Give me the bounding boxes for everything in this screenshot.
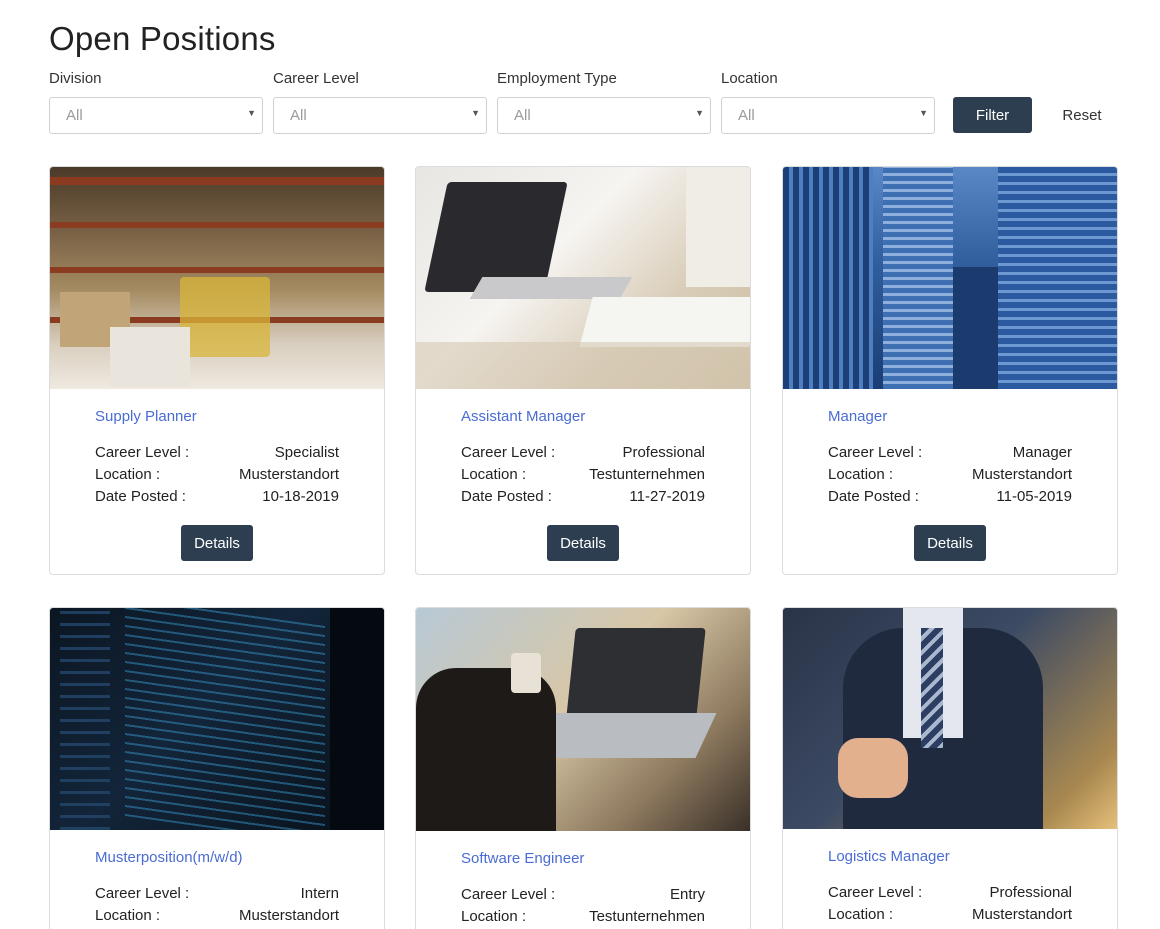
employment-type-select[interactable]: All ▼ [497,97,711,134]
filter-button[interactable]: Filter [953,97,1032,133]
location-row: Location : Testunternehmen [461,906,705,928]
career-level-key: Career Level : [828,444,923,461]
date-posted-row: Date Posted : 11-27-2019 [461,486,705,508]
location-key: Location : [828,466,894,483]
location-row: Location : Testunternehmen [461,464,705,486]
reset-button[interactable]: Reset [1052,97,1112,133]
job-title-link[interactable]: Assistant Manager [461,408,705,428]
career-level-filter: Career Level All ▼ [273,70,487,134]
career-level-select[interactable]: All ▼ [273,97,487,134]
career-level-key: Career Level : [95,885,190,902]
location-key: Location : [95,466,161,483]
date-posted-row: Date Posted : 11-05-2019 [828,486,1072,508]
date-posted-key: Date Posted : [461,488,552,505]
location-select[interactable]: All ▼ [721,97,935,134]
employment-type-select-value: All [514,107,531,124]
code-screen-photo [50,608,384,830]
cafe-laptop-photo [416,608,750,831]
location-filter: Location All ▼ [721,70,935,134]
employment-type-filter: Employment Type All ▼ [497,70,711,134]
job-card: Musterposition(m/w/d) Career Level : Int… [49,607,385,929]
chevron-down-icon: ▼ [471,108,480,118]
details-button[interactable]: Details [181,525,253,561]
businessman-photo [783,608,1117,829]
date-posted-row: Date Posted : 10-18-2019 [95,486,339,508]
location-value: Musterstandort [238,466,339,483]
location-key: Location : [461,908,527,925]
career-level-value: Intern [300,885,339,902]
career-level-row: Career Level : Manager [828,442,1072,464]
employment-type-label: Employment Type [497,70,617,87]
job-card: Assistant Manager Career Level : Profess… [415,166,751,575]
division-select-value: All [66,107,83,124]
career-level-row: Career Level : Specialist [95,442,339,464]
career-level-row: Career Level : Intern [95,883,339,905]
career-level-select-value: All [290,107,307,124]
details-button[interactable]: Details [547,525,619,561]
career-level-value: Entry [669,886,705,903]
date-posted-value: 10-18-2019 [262,488,339,505]
location-value: Testunternehmen [589,466,705,483]
job-card: Logistics Manager Career Level : Profess… [782,607,1118,929]
job-title-link[interactable]: Software Engineer [461,850,705,870]
location-label: Location [721,70,778,87]
career-level-value: Professional [989,884,1072,901]
job-card: Supply Planner Career Level : Specialist… [49,166,385,575]
location-value: Musterstandort [971,466,1072,483]
job-title-link[interactable]: Manager [828,408,1072,428]
career-level-row: Career Level : Entry [461,884,705,906]
career-level-value: Specialist [274,444,339,461]
division-label: Division [49,70,102,87]
date-posted-key: Date Posted : [95,488,186,505]
location-value: Musterstandort [238,907,339,924]
date-posted-value: 11-27-2019 [629,488,705,505]
chevron-down-icon: ▼ [695,108,704,118]
job-title-link[interactable]: Supply Planner [95,408,339,428]
filter-bar: Division All ▼ Career Level All ▼ Employ… [49,70,1129,140]
location-key: Location : [828,906,894,923]
laptop-desk-photo [416,167,750,389]
career-level-key: Career Level : [95,444,190,461]
details-button[interactable]: Details [914,525,986,561]
page-title: Open Positions [49,20,276,57]
job-card: Software Engineer Career Level : Entry L… [415,607,751,929]
division-select[interactable]: All ▼ [49,97,263,134]
location-key: Location : [95,907,161,924]
location-row: Location : Musterstandort [95,464,339,486]
division-filter: Division All ▼ [49,70,263,134]
location-row: Location : Musterstandort [95,905,339,927]
location-row: Location : Musterstandort [828,904,1072,926]
career-level-row: Career Level : Professional [461,442,705,464]
career-level-key: Career Level : [461,444,556,461]
chevron-down-icon: ▼ [247,108,256,118]
warehouse-photo [50,167,384,389]
location-value: Testunternehmen [589,908,705,925]
date-posted-value: 11-05-2019 [996,488,1072,505]
career-level-row: Career Level : Professional [828,882,1072,904]
career-level-key: Career Level : [828,884,923,901]
location-row: Location : Musterstandort [828,464,1072,486]
office-buildings-photo [783,167,1117,389]
career-level-value: Manager [1012,444,1072,461]
career-level-key: Career Level : [461,886,556,903]
job-title-link[interactable]: Musterposition(m/w/d) [95,849,339,869]
location-value: Musterstandort [971,906,1072,923]
chevron-down-icon: ▼ [919,108,928,118]
career-level-value: Professional [622,444,705,461]
date-posted-key: Date Posted : [828,488,919,505]
career-level-label: Career Level [273,70,359,87]
location-key: Location : [461,466,527,483]
location-select-value: All [738,107,755,124]
job-card: Manager Career Level : Manager Location … [782,166,1118,575]
job-title-link[interactable]: Logistics Manager [828,848,1072,868]
